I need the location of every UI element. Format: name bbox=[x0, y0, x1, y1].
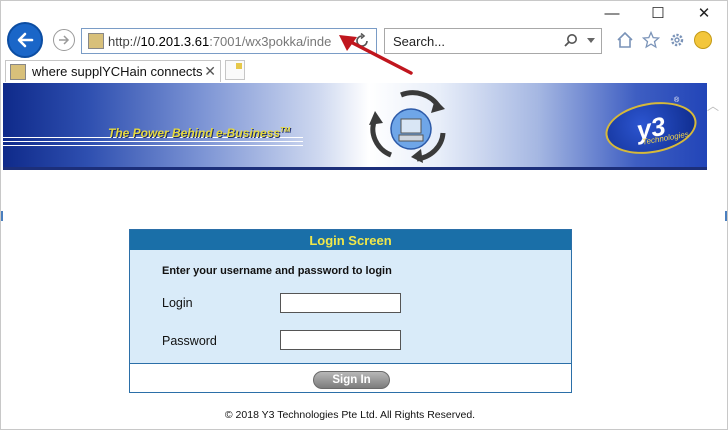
banner-stripe bbox=[3, 145, 303, 146]
browser-tab[interactable]: where supplYCHain connects ✕ bbox=[5, 60, 221, 82]
smiley-icon bbox=[694, 31, 712, 49]
password-label: Password bbox=[162, 334, 217, 348]
page-edge-marker bbox=[725, 211, 727, 221]
address-url[interactable]: http://10.201.3.61:7001/wx3pokka/inde bbox=[108, 34, 340, 49]
login-label: Login bbox=[162, 296, 193, 310]
new-tab-button[interactable] bbox=[225, 60, 245, 80]
browser-window: — ☐ ✕ http://10.201.3.61:7001/wx3pokka/i… bbox=[0, 0, 728, 430]
url-scheme: http:// bbox=[108, 33, 141, 49]
scroll-up-icon[interactable]: ︿ bbox=[707, 97, 723, 113]
star-icon bbox=[642, 31, 660, 49]
home-button[interactable] bbox=[615, 30, 635, 50]
login-input[interactable] bbox=[280, 293, 401, 313]
back-arrow-icon bbox=[17, 32, 34, 48]
login-header: Login Screen bbox=[130, 230, 571, 250]
close-window-button[interactable]: ✕ bbox=[681, 1, 727, 25]
tab-favicon-icon bbox=[10, 63, 26, 80]
address-bar[interactable]: http://10.201.3.61:7001/wx3pokka/inde bbox=[81, 28, 377, 54]
page-edge-marker bbox=[1, 211, 3, 221]
gear-icon bbox=[670, 33, 684, 47]
toolbar-icons bbox=[615, 30, 713, 50]
computer-cycle-icon bbox=[369, 90, 446, 163]
home-icon bbox=[617, 31, 633, 48]
logo-registered-mark: ® bbox=[674, 97, 680, 104]
forward-arrow-icon bbox=[59, 35, 70, 45]
copyright-text: © 2018 Y3 Technologies Pte Ltd. All Righ… bbox=[224, 409, 476, 421]
search-icon[interactable] bbox=[563, 33, 579, 49]
login-instructions: Enter your username and password to logi… bbox=[162, 265, 392, 277]
tab-close-icon[interactable]: ✕ bbox=[204, 63, 216, 80]
company-logo: y3 Technologies bbox=[601, 95, 701, 161]
sign-in-button[interactable]: Sign In bbox=[313, 371, 390, 389]
window-controls: — ☐ ✕ bbox=[589, 1, 727, 25]
url-path: :7001/wx3pokka/inde bbox=[209, 33, 332, 49]
site-favicon-icon bbox=[88, 33, 104, 49]
tagline-mark: TM bbox=[280, 127, 291, 134]
tab-title: where supplYCHain connects bbox=[32, 64, 203, 79]
search-box[interactable]: Search... bbox=[384, 28, 602, 54]
feedback-button[interactable] bbox=[693, 30, 713, 50]
login-panel: Login Screen Enter your username and pas… bbox=[129, 229, 572, 393]
back-button[interactable] bbox=[7, 22, 43, 58]
browser-chrome: — ☐ ✕ http://10.201.3.61:7001/wx3pokka/i… bbox=[1, 1, 727, 83]
favorites-button[interactable] bbox=[641, 30, 661, 50]
site-banner: The Power Behind e-BusinessTM y3 Technol… bbox=[3, 83, 707, 167]
tagline-text: The Power Behind e-Business bbox=[108, 126, 281, 140]
search-dropdown-icon[interactable] bbox=[587, 38, 595, 43]
forward-button[interactable] bbox=[53, 29, 75, 51]
banner-stripe bbox=[3, 141, 303, 142]
banner-tagline: The Power Behind e-BusinessTM bbox=[108, 126, 290, 140]
password-input[interactable] bbox=[280, 330, 401, 350]
minimize-button[interactable]: — bbox=[589, 1, 635, 25]
settings-button[interactable] bbox=[667, 30, 687, 50]
url-host: 10.201.3.61 bbox=[140, 33, 210, 49]
annotation-arrow-icon bbox=[339, 35, 413, 75]
banner-underline bbox=[3, 167, 707, 170]
maximize-button[interactable]: ☐ bbox=[635, 1, 681, 25]
